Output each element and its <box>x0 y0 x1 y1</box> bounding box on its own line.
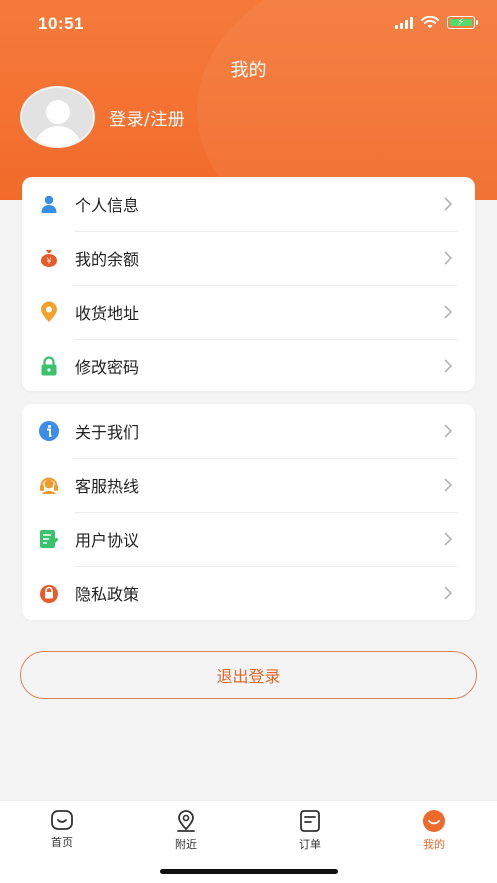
tab-label: 我的 <box>423 838 445 851</box>
tab-orders[interactable]: 订单 <box>270 809 350 852</box>
menu-item-about-us[interactable]: 关于我们 <box>22 404 475 458</box>
wifi-icon <box>421 16 439 29</box>
menu-item-customer-hotline[interactable]: 客服热线 <box>22 458 475 512</box>
menu-item-label: 修改密码 <box>75 358 140 377</box>
nearby-icon <box>177 810 195 832</box>
menu-item-shipping-address[interactable]: 收货地址 <box>22 285 475 339</box>
bottom-tab-bar: 首页 附近 订单 我的 <box>0 800 497 883</box>
menu-item-label: 个人信息 <box>75 196 140 215</box>
page-title: 我的 <box>230 60 267 81</box>
tab-label: 订单 <box>299 838 321 851</box>
avatar[interactable] <box>20 86 95 148</box>
signal-icon <box>395 16 413 29</box>
profile-icon <box>423 810 445 832</box>
home-indicator <box>160 869 338 874</box>
document-edit-icon <box>38 528 60 550</box>
profile-login-area[interactable]: 登录/注册 <box>20 86 185 148</box>
logout-button[interactable]: 退出登录 <box>20 651 477 699</box>
tab-label: 首页 <box>51 836 73 849</box>
menu-card-info: 关于我们 客服热线 用户协议 隐私政策 <box>22 404 475 620</box>
menu-item-balance[interactable]: ¥ 我的余额 <box>22 231 475 285</box>
tab-nearby[interactable]: 附近 <box>146 809 226 852</box>
menu-item-label: 隐私政策 <box>75 585 140 604</box>
chevron-right-icon <box>444 586 453 600</box>
menu-item-user-agreement[interactable]: 用户协议 <box>22 512 475 566</box>
menu-card-account: 个人信息 ¥ 我的余额 收货地址 修改密码 <box>22 177 475 391</box>
chevron-right-icon <box>444 251 453 265</box>
menu-item-label: 关于我们 <box>75 423 140 442</box>
menu-item-label: 客服热线 <box>75 477 140 496</box>
home-icon <box>51 810 73 830</box>
privacy-lock-icon <box>38 582 60 604</box>
chevron-right-icon <box>444 305 453 319</box>
tab-label: 附近 <box>175 838 197 851</box>
status-bar: 10:51 ⚡ <box>0 0 497 48</box>
info-icon <box>38 420 60 442</box>
person-icon <box>38 193 60 215</box>
chevron-right-icon <box>444 197 453 211</box>
chevron-right-icon <box>444 359 453 373</box>
chevron-right-icon <box>444 532 453 546</box>
money-bag-icon: ¥ <box>38 247 60 269</box>
battery-icon: ⚡ <box>447 16 478 29</box>
tab-home[interactable]: 首页 <box>22 809 102 850</box>
svg-text:¥: ¥ <box>46 257 51 266</box>
headset-icon <box>38 474 60 496</box>
order-icon <box>300 810 320 832</box>
status-icons: ⚡ <box>395 16 478 29</box>
menu-item-label: 收货地址 <box>75 304 140 323</box>
lock-icon <box>38 355 60 377</box>
profile-header: 10:51 ⚡ 我的 登录/注册 <box>0 0 497 200</box>
tab-mine[interactable]: 我的 <box>394 809 474 852</box>
menu-item-label: 我的余额 <box>75 250 140 269</box>
chevron-right-icon <box>444 424 453 438</box>
chevron-right-icon <box>444 478 453 492</box>
menu-item-privacy-policy[interactable]: 隐私政策 <box>22 566 475 620</box>
menu-item-personal-info[interactable]: 个人信息 <box>22 177 475 231</box>
login-register-link[interactable]: 登录/注册 <box>109 105 185 130</box>
location-pin-icon <box>38 301 60 323</box>
menu-item-change-password[interactable]: 修改密码 <box>22 339 475 393</box>
menu-item-label: 用户协议 <box>75 531 140 550</box>
status-time: 10:51 <box>38 14 84 33</box>
